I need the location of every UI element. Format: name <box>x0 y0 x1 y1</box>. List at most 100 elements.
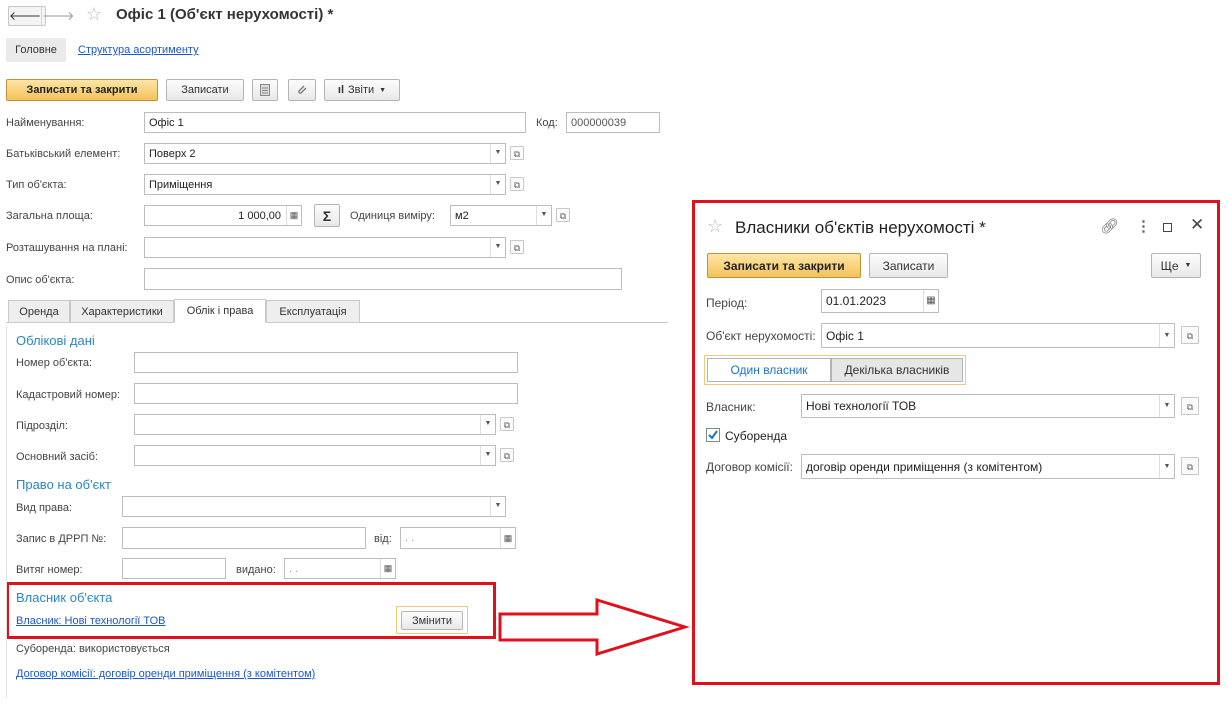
document-icon[interactable] <box>252 79 278 101</box>
chevron-down-icon[interactable]: ▼ <box>490 175 505 194</box>
navigation-buttons[interactable]: 🡐 🡒 <box>8 6 74 26</box>
owner-select[interactable]: Нові технології ТОВ ▼ <box>801 394 1175 418</box>
plan-label: Розташування на плані: <box>6 242 128 254</box>
sublease-label[interactable]: Суборенда <box>725 429 787 443</box>
owner-link[interactable]: Власник: Нові технології ТОВ <box>16 615 166 627</box>
dialog-save-and-close-button[interactable]: Записати та закрити <box>707 253 861 278</box>
unit-select[interactable]: м2 ▼ <box>450 205 552 226</box>
more-vertical-icon[interactable]: ⋮ <box>1136 217 1151 235</box>
type-select[interactable]: Приміщення ▼ <box>144 174 506 195</box>
nav-main[interactable]: Головне <box>6 38 66 62</box>
save-and-close-button[interactable]: Записати та закрити <box>6 79 158 101</box>
type-label: Тип об'єкта: <box>6 179 67 191</box>
chevron-down-icon[interactable]: ▼ <box>490 144 505 163</box>
mode-multiple-owners[interactable]: Декілька власників <box>831 358 963 382</box>
parent-label: Батьківський елемент: <box>6 148 121 160</box>
open-icon[interactable]: ⧉ <box>1181 326 1199 344</box>
registry-record-input[interactable] <box>122 527 366 549</box>
tab-accounting-rights[interactable]: Облік і права <box>174 299 266 323</box>
record-date-placeholder: . . <box>405 532 415 544</box>
arrow-right-icon <box>498 597 690 657</box>
nav-assortment-link[interactable]: Структура асортименту <box>78 44 199 56</box>
unit-label: Одиниця виміру: <box>350 210 435 222</box>
open-icon[interactable]: ⧉ <box>1181 457 1199 475</box>
chevron-down-icon[interactable]: ▼ <box>536 206 551 225</box>
parent-select[interactable]: Поверх 2 ▼ <box>144 143 506 164</box>
maximize-icon[interactable] <box>1163 223 1172 232</box>
area-input[interactable]: 1 000,00 ▦ <box>144 205 302 226</box>
description-input[interactable] <box>144 268 622 290</box>
open-icon[interactable]: ⧉ <box>500 417 514 431</box>
period-label: Період: <box>706 296 748 310</box>
tab-characteristics[interactable]: Характеристики <box>70 300 174 323</box>
sublease-text: Суборенда: використовується <box>16 643 170 655</box>
open-icon[interactable]: ⧉ <box>500 448 514 462</box>
open-icon[interactable]: ⧉ <box>510 240 524 254</box>
accounting-section-title: Облікові дані <box>16 333 95 348</box>
cadastral-input[interactable] <box>134 383 518 404</box>
reports-dropdown-button[interactable]: ıl Звіти ▼ <box>324 79 400 101</box>
registry-record-label: Запис в ДРРП №: <box>16 533 107 545</box>
tab-operation[interactable]: Експлуатація <box>266 300 360 323</box>
calendar-icon[interactable]: ▦ <box>923 290 938 312</box>
more-label: Ще <box>1160 258 1179 273</box>
star-icon[interactable]: ☆ <box>86 4 102 25</box>
department-select[interactable]: ▼ <box>134 414 496 435</box>
period-input[interactable]: 01.01.2023 ▦ <box>821 289 939 313</box>
name-input[interactable]: Офіс 1 <box>144 112 526 133</box>
window-title: Офіс 1 (Об'єкт нерухомості) * <box>116 6 334 23</box>
chevron-down-icon[interactable]: ▼ <box>490 238 505 257</box>
calculator-icon[interactable]: ▦ <box>286 206 301 225</box>
sublease-checkbox[interactable] <box>706 428 720 442</box>
link-icon[interactable]: 🔗︎ <box>1100 217 1119 235</box>
star-icon[interactable]: ☆ <box>707 216 723 237</box>
back-arrow-icon[interactable]: 🡐 <box>9 7 41 25</box>
chevron-down-icon[interactable]: ▼ <box>480 446 495 465</box>
description-label: Опис об'єкта: <box>6 274 75 286</box>
object-value: Офіс 1 <box>826 328 864 343</box>
chevron-down-icon[interactable]: ▼ <box>490 497 505 516</box>
tab-panel-left-border <box>6 326 7 698</box>
unit-value: м2 <box>455 209 469 222</box>
from-label: від: <box>374 533 392 545</box>
calendar-icon[interactable]: ▦ <box>500 528 515 548</box>
chevron-down-icon[interactable]: ▼ <box>1159 324 1174 347</box>
area-value: 1 000,00 <box>238 209 281 222</box>
chevron-down-icon[interactable]: ▼ <box>480 415 495 434</box>
open-icon[interactable]: ⧉ <box>1181 397 1199 415</box>
change-button[interactable]: Змінити <box>401 611 463 630</box>
more-dropdown-button[interactable]: Ще ▼ <box>1151 253 1201 278</box>
attachment-icon[interactable] <box>288 79 316 101</box>
contract-select[interactable]: договір оренди приміщення (з комітентом)… <box>801 454 1175 479</box>
commission-contract-link[interactable]: Договор комісії: договір оренди приміщен… <box>16 668 315 680</box>
chevron-down-icon[interactable]: ▼ <box>1159 455 1174 478</box>
name-label: Найменування: <box>6 117 85 129</box>
owner-value: Нові технології ТОВ <box>806 399 917 413</box>
extract-number-input[interactable] <box>122 558 226 579</box>
open-icon[interactable]: ⧉ <box>556 208 570 222</box>
code-label: Код: <box>536 117 558 129</box>
forward-arrow-icon[interactable]: 🡒 <box>41 7 74 25</box>
right-kind-select[interactable]: ▼ <box>122 496 506 517</box>
close-icon[interactable]: ✕ <box>1190 215 1204 235</box>
reports-label: Звіти <box>348 84 375 96</box>
record-date-input[interactable]: . . ▦ <box>400 527 516 549</box>
open-icon[interactable]: ⧉ <box>510 177 524 191</box>
calendar-icon[interactable]: ▦ <box>380 559 395 578</box>
issued-date-input[interactable]: . . ▦ <box>284 558 396 579</box>
object-number-input[interactable] <box>134 352 518 373</box>
code-input[interactable]: 000000039 <box>566 112 660 133</box>
open-icon[interactable]: ⧉ <box>510 146 524 160</box>
dialog-save-button[interactable]: Записати <box>869 253 948 278</box>
area-label: Загальна площа: <box>6 210 93 222</box>
mode-single-owner[interactable]: Один власник <box>707 358 831 382</box>
chart-icon: ıl <box>337 84 345 96</box>
plan-select[interactable]: ▼ <box>144 237 506 258</box>
object-select[interactable]: Офіс 1 ▼ <box>821 323 1175 348</box>
sum-icon[interactable]: Σ <box>314 204 340 227</box>
fixed-asset-select[interactable]: ▼ <box>134 445 496 466</box>
tab-rent[interactable]: Оренда <box>8 300 70 323</box>
chevron-down-icon[interactable]: ▼ <box>1159 395 1174 417</box>
save-button[interactable]: Записати <box>166 79 244 101</box>
chevron-down-icon: ▼ <box>1184 262 1192 269</box>
